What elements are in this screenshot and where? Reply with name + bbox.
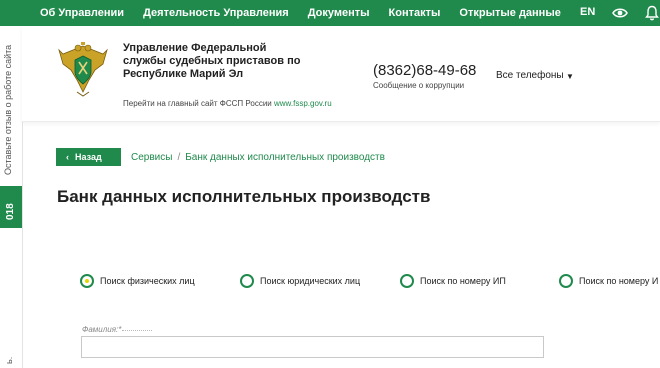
label-divider	[122, 330, 152, 331]
radio-ip-number[interactable]: Поиск по номеру ИП	[400, 274, 506, 288]
topnav-item-open-data[interactable]: Открытые данные	[459, 7, 560, 19]
radio-label: Поиск по номеру И	[579, 276, 659, 286]
chevron-left-icon: ‹	[66, 152, 69, 162]
radio-label: Поиск юридических лиц	[260, 276, 361, 286]
fssp-emblem-logo[interactable]	[57, 40, 109, 98]
breadcrumb-item-services[interactable]: Сервисы	[131, 152, 172, 163]
page-title: Банк данных исполнительных производств	[57, 187, 431, 206]
radio-individuals[interactable]: Поиск физических лиц	[80, 274, 195, 288]
top-nav: Об Управлении Деятельность Управления До…	[40, 0, 580, 26]
side-bottom-label: ь.	[4, 356, 14, 364]
side-badge[interactable]: 018	[0, 186, 22, 228]
surname-input[interactable]	[81, 336, 544, 358]
language-switch[interactable]: EN	[580, 6, 595, 18]
radio-label: Поиск по номеру ИП	[420, 276, 506, 286]
radio-label: Поиск физических лиц	[100, 276, 195, 286]
topnav-item-documents[interactable]: Документы	[308, 7, 370, 19]
main-site-text: Перейти на главный сайт ФССП России	[123, 99, 272, 108]
search-type-radio-group: Поиск физических лиц Поиск юридических л…	[80, 274, 660, 294]
phone-caption: Сообщение о коррупции	[373, 81, 465, 90]
radio-button[interactable]	[559, 274, 573, 288]
hotline-phone[interactable]: (8362)68-49-68	[373, 62, 476, 79]
organization-name: Управление Федеральной службы судебных п…	[123, 42, 301, 80]
breadcrumb: Сервисы / Банк данных исполнительных произ…	[131, 152, 385, 163]
caret-down-icon[interactable]: ▼	[566, 72, 574, 81]
feedback-tab[interactable]: Оставьте отзыв о работе сайта	[0, 30, 22, 190]
radio-legal-entities[interactable]: Поиск юридических лиц	[240, 274, 360, 288]
breadcrumb-separator: /	[177, 152, 181, 163]
radio-button[interactable]	[240, 274, 254, 288]
breadcrumb-item-current[interactable]: Банк данных исполнительных производств	[185, 152, 385, 163]
bell-icon[interactable]	[645, 5, 659, 21]
side-bottom-tab[interactable]: ь.	[0, 348, 22, 368]
main-site-link[interactable]: www.fssp.gov.ru	[274, 99, 332, 108]
radio-button-checked[interactable]	[80, 274, 94, 288]
radio-button[interactable]	[400, 274, 414, 288]
side-badge-label: 018	[5, 203, 16, 220]
main-site-line: Перейти на главный сайт ФССП России www.…	[123, 99, 332, 108]
eye-icon[interactable]	[612, 7, 628, 19]
back-button-label: Назад	[75, 152, 102, 162]
back-button[interactable]: ‹ Назад	[56, 148, 121, 166]
site-header	[22, 26, 660, 122]
feedback-tab-label: Оставьте отзыв о работе сайта	[3, 44, 13, 175]
radio-id-number[interactable]: Поиск по номеру И	[559, 274, 658, 288]
surname-label: Фамилия:*	[82, 325, 122, 334]
topnav-item-contacts[interactable]: Контакты	[389, 7, 441, 19]
topnav-item-activity[interactable]: Деятельность Управления	[143, 7, 289, 19]
all-phones-dropdown[interactable]: Все телефоны	[496, 70, 564, 81]
topnav-item-about[interactable]: Об Управлении	[40, 7, 124, 19]
top-navigation-bar: Об Управлении Деятельность Управления До…	[0, 0, 660, 26]
